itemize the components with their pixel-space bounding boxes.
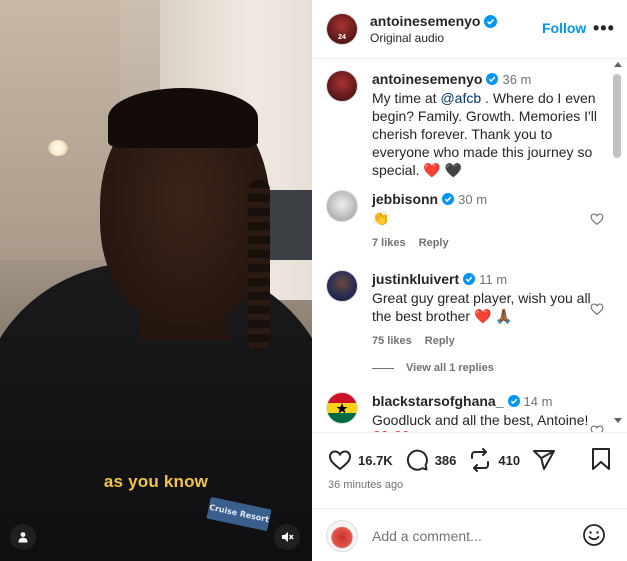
- share-send-icon[interactable]: [532, 448, 556, 472]
- person-icon: [18, 532, 28, 543]
- emoji-icon[interactable]: [582, 523, 606, 547]
- bookmark-icon[interactable]: [590, 447, 612, 471]
- add-comment-bar: [312, 508, 627, 561]
- more-options-button[interactable]: •••: [593, 18, 615, 39]
- replies-divider-line: [372, 367, 394, 369]
- comment-likes[interactable]: 75 likes: [372, 335, 412, 347]
- post-timestamp[interactable]: 36 minutes ago: [328, 479, 403, 491]
- commenter-avatar[interactable]: [326, 190, 358, 222]
- commenter-username[interactable]: blackstarsofghana_: [372, 392, 504, 410]
- speaker-muted-icon: [282, 532, 294, 542]
- comment-time: 11 m: [479, 272, 508, 287]
- reply-button[interactable]: Reply: [419, 237, 449, 249]
- commenter-username[interactable]: justinkluivert: [372, 270, 459, 288]
- follow-button[interactable]: Follow: [542, 20, 586, 36]
- comment-item: blackstarsofghana_ 14 m Goodluck and all…: [326, 392, 606, 432]
- video-caption: as you know: [103, 472, 209, 491]
- caption-text: My time at @afcb . Where do I even begin…: [372, 89, 606, 179]
- comments-scrollbar[interactable]: [612, 60, 624, 432]
- like-comment-heart-icon[interactable]: [590, 302, 604, 316]
- author-username[interactable]: antoinesemenyo: [370, 13, 480, 29]
- comment-likes[interactable]: 7 likes: [372, 237, 406, 249]
- caption-author-avatar[interactable]: [326, 70, 358, 102]
- audio-label[interactable]: Original audio: [370, 31, 497, 45]
- tagged-users-button[interactable]: [10, 524, 36, 550]
- like-count[interactable]: 16.7K: [358, 453, 393, 468]
- commenter-avatar[interactable]: [326, 270, 358, 302]
- caption-time: 36 m: [502, 72, 532, 87]
- verified-badge-icon: [442, 193, 455, 205]
- caption-text-start: My time at: [372, 90, 441, 106]
- current-user-avatar: [326, 519, 358, 552]
- reel-video[interactable]: Cruise Resort as you know: [0, 0, 312, 561]
- caption-username[interactable]: antoinesemenyo: [372, 70, 482, 88]
- post-caption: antoinesemenyo 36 m My time at @afcb . W…: [326, 70, 606, 179]
- post-footer: 16.7K 386 410 36 minutes ago Add a comme…: [312, 432, 627, 561]
- verified-badge-icon: [507, 395, 520, 407]
- comment-time: 14 m: [523, 394, 553, 409]
- verified-badge-icon: [463, 273, 476, 285]
- scroll-thumb[interactable]: [613, 74, 621, 158]
- view-replies-button[interactable]: View all 1 replies: [372, 362, 494, 374]
- ceiling-light: [48, 140, 68, 156]
- black-star-icon: [336, 403, 348, 414]
- commenter-username[interactable]: jebbisonn: [372, 190, 438, 208]
- view-replies-label: View all 1 replies: [406, 362, 494, 374]
- mention-link[interactable]: @afcb: [440, 90, 481, 106]
- verified-badge-icon: [484, 14, 498, 28]
- comment-text: Great guy great player, wish you all the…: [372, 290, 591, 324]
- author-avatar[interactable]: 24: [326, 13, 358, 45]
- person-locs: [248, 180, 270, 350]
- commenter-avatar[interactable]: [326, 392, 358, 424]
- add-comment-input[interactable]: [372, 527, 572, 544]
- reply-button[interactable]: Reply: [425, 335, 455, 347]
- scroll-up-arrow-icon[interactable]: [614, 62, 622, 67]
- verified-badge-icon: [486, 73, 499, 85]
- comment-text: 👏: [372, 210, 390, 226]
- comment-time: 30 m: [458, 192, 488, 207]
- comment-text: Goodluck and all the best, Antoine! ❤️ ❤…: [372, 412, 589, 432]
- comment-item: jebbisonn 30 m 👏 7 likes Reply: [326, 190, 606, 249]
- scroll-down-arrow-icon[interactable]: [614, 418, 622, 423]
- comment-item: justinkluivert 11 m Great guy great play…: [326, 270, 606, 347]
- like-heart-icon[interactable]: [328, 448, 352, 472]
- repost-icon[interactable]: [468, 448, 492, 472]
- like-comment-heart-icon[interactable]: [590, 212, 604, 226]
- repost-count[interactable]: 410: [498, 453, 520, 468]
- mute-button[interactable]: [274, 524, 300, 550]
- post-panel: 24 antoinesemenyo Original audio Follow …: [312, 0, 627, 561]
- avatar-jersey-number: 24: [338, 34, 346, 41]
- comment-icon[interactable]: [405, 448, 429, 472]
- post-header: 24 antoinesemenyo Original audio Follow …: [312, 0, 627, 59]
- like-comment-heart-icon[interactable]: [590, 424, 604, 432]
- person-hair: [108, 88, 258, 148]
- comments-list[interactable]: antoinesemenyo 36 m My time at @afcb . W…: [312, 60, 627, 432]
- comment-count[interactable]: 386: [435, 453, 457, 468]
